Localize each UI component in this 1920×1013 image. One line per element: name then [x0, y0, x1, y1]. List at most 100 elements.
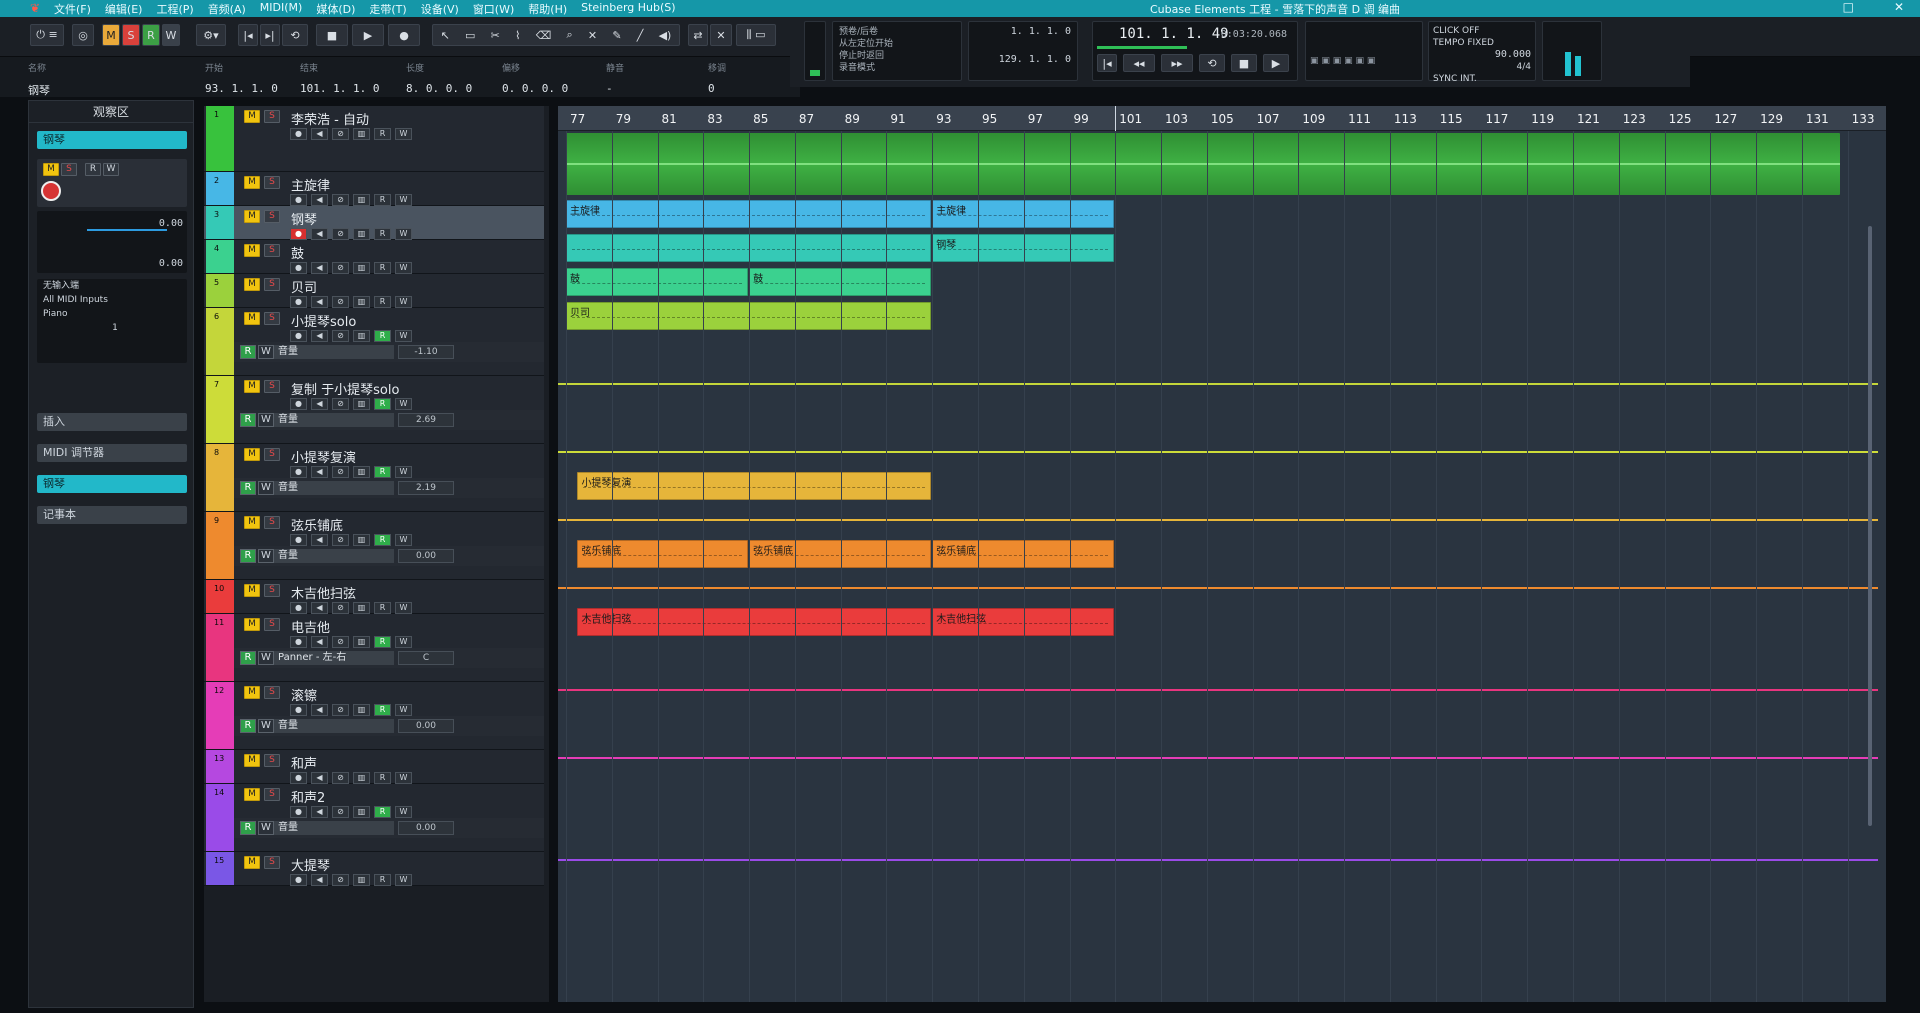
- track-solo-button[interactable]: S: [264, 244, 280, 257]
- read-automation-icon[interactable]: R: [374, 194, 391, 206]
- inspector-read-button[interactable]: R: [85, 163, 101, 176]
- write-automation-icon[interactable]: W: [395, 330, 412, 342]
- read-automation-icon[interactable]: R: [374, 772, 391, 784]
- automation-value[interactable]: 0.00: [398, 719, 454, 733]
- midi-part[interactable]: 木吉他扫弦: [577, 608, 932, 636]
- track-color-strip[interactable]: 1: [206, 106, 234, 171]
- start-from-left-label[interactable]: 从左定位开始: [839, 38, 955, 50]
- track-color-strip[interactable]: 12: [206, 682, 234, 749]
- edit-icon[interactable]: ⊘: [332, 874, 349, 886]
- monitor-icon[interactable]: ◀: [311, 636, 328, 648]
- track-name[interactable]: 小提琴solo: [291, 311, 356, 330]
- vertical-scrollbar[interactable]: [1868, 226, 1872, 826]
- lane-write-button[interactable]: W: [258, 413, 274, 427]
- marker-icons[interactable]: ▣ ▣ ▣ ▣ ▣ ▣: [1310, 56, 1375, 66]
- rewind-button[interactable]: ◂◂: [1123, 54, 1155, 72]
- read-automation-icon[interactable]: R: [374, 534, 391, 546]
- monitor-icon[interactable]: ◀: [311, 128, 328, 140]
- edit-icon[interactable]: ⊘: [332, 228, 349, 240]
- inspector-record-button[interactable]: [41, 181, 61, 201]
- track-mute-button[interactable]: M: [244, 278, 260, 291]
- transport-stop-button[interactable]: ■: [1231, 54, 1257, 72]
- info-name-value[interactable]: 钢琴: [28, 82, 50, 98]
- track-mute-button[interactable]: M: [244, 516, 260, 529]
- pointer-tool-icon[interactable]: ↖: [441, 29, 450, 42]
- write-automation-icon[interactable]: W: [395, 398, 412, 410]
- edit-icon[interactable]: ⊘: [332, 330, 349, 342]
- write-automation-icon[interactable]: W: [395, 602, 412, 614]
- right-locator[interactable]: 129. 1. 1. 0: [999, 54, 1071, 65]
- automation-mode-icon[interactable]: ⚙▾: [196, 24, 226, 46]
- track-name[interactable]: 小提琴复演: [291, 447, 356, 466]
- lane-read-button[interactable]: R: [240, 821, 256, 835]
- monitor-icon[interactable]: ◀: [311, 602, 328, 614]
- midi-part[interactable]: 弦乐铺底: [577, 540, 749, 568]
- instrument-icon[interactable]: ▥: [353, 806, 370, 818]
- read-automation-icon[interactable]: R: [374, 296, 391, 308]
- write-automation-icon[interactable]: W: [395, 262, 412, 274]
- track-solo-button[interactable]: S: [264, 110, 280, 123]
- edit-icon[interactable]: ⊘: [332, 128, 349, 140]
- track-name[interactable]: 复制 于小提琴solo: [291, 379, 399, 398]
- edit-icon[interactable]: ⊘: [332, 636, 349, 648]
- erase-tool-icon[interactable]: ⌫: [536, 29, 552, 42]
- restore-icon[interactable]: □: [1843, 0, 1854, 14]
- track-9[interactable]: 9 M S 弦乐铺底 ● ◀ ⊘ ▥ R W R W 音量 0.00: [204, 512, 544, 580]
- lane-write-button[interactable]: W: [258, 549, 274, 563]
- lane-write-button[interactable]: W: [258, 821, 274, 835]
- lane-read-button[interactable]: R: [240, 651, 256, 665]
- read-automation-icon[interactable]: R: [374, 602, 391, 614]
- output-routing[interactable]: Piano: [43, 307, 187, 321]
- track-color-strip[interactable]: 5: [206, 274, 234, 307]
- instrument-icon[interactable]: ▥: [353, 636, 370, 648]
- edit-icon[interactable]: ⊘: [332, 602, 349, 614]
- track-7[interactable]: 7 M S 复制 于小提琴solo ● ◀ ⊘ ▥ R W R W 音量 2.69: [204, 376, 544, 444]
- track-name[interactable]: 钢琴: [291, 209, 317, 228]
- track-solo-button[interactable]: S: [264, 210, 280, 223]
- track-13[interactable]: 13 M S 和声 ● ◀ ⊘ ▥ R W: [204, 750, 544, 784]
- automation-value[interactable]: 2.69: [398, 413, 454, 427]
- write-automation-icon[interactable]: W: [395, 772, 412, 784]
- track-color-strip[interactable]: 13: [206, 750, 234, 783]
- track-solo-button[interactable]: S: [264, 278, 280, 291]
- edit-icon[interactable]: ⊘: [332, 534, 349, 546]
- menu-item-4[interactable]: MIDI(M): [260, 1, 303, 17]
- track-mute-button[interactable]: M: [244, 448, 260, 461]
- track-8[interactable]: 8 M S 小提琴复演 ● ◀ ⊘ ▥ R W R W 音量 2.19: [204, 444, 544, 512]
- automation-value[interactable]: 0.00: [398, 821, 454, 835]
- close-icon[interactable]: ✕: [1894, 0, 1904, 14]
- edit-icon[interactable]: ⊘: [332, 806, 349, 818]
- lane-write-button[interactable]: W: [258, 719, 274, 733]
- record-enable-icon[interactable]: ●: [290, 874, 307, 886]
- write-automation-icon[interactable]: W: [395, 296, 412, 308]
- menu-item-0[interactable]: 文件(F): [54, 1, 91, 17]
- lane-read-button[interactable]: R: [240, 719, 256, 733]
- activate-project-button[interactable]: ⏻ ≡: [30, 24, 64, 46]
- track-solo-button[interactable]: S: [264, 516, 280, 529]
- play-tool-icon[interactable]: ◀): [659, 29, 672, 42]
- track-solo-button[interactable]: S: [264, 312, 280, 325]
- audio-event[interactable]: [566, 133, 1840, 195]
- track-14[interactable]: 14 M S 和声2 ● ◀ ⊘ ▥ R W R W 音量 0.00: [204, 784, 544, 852]
- instrument-icon[interactable]: ▥: [353, 704, 370, 716]
- record-enable-icon[interactable]: ●: [290, 806, 307, 818]
- edit-icon[interactable]: ⊘: [332, 194, 349, 206]
- stop-button[interactable]: ■: [316, 24, 348, 46]
- track-mute-button[interactable]: M: [244, 244, 260, 257]
- midi-input-routing[interactable]: All MIDI Inputs: [43, 293, 187, 307]
- ruler[interactable]: 77 79 81 83 85 87 89 91 93 95 97 99 101 103 105 107 109 1…: [558, 106, 1886, 131]
- inspector-section-notepad[interactable]: 记事本: [37, 506, 187, 524]
- automation-value[interactable]: 0.00: [398, 549, 454, 563]
- track-name[interactable]: 电吉他: [291, 617, 330, 636]
- automation-lane[interactable]: R W 音量 -1.10: [234, 342, 544, 362]
- track-solo-button[interactable]: S: [264, 856, 280, 869]
- read-automation-icon[interactable]: R: [374, 636, 391, 648]
- autoscroll-icon[interactable]: ✕: [710, 24, 732, 46]
- inspector-section-inserts[interactable]: 插入: [37, 413, 187, 431]
- write-automation-icon[interactable]: W: [395, 704, 412, 716]
- track-solo-button[interactable]: S: [264, 448, 280, 461]
- track-15[interactable]: 15 M S 大提琴 ● ◀ ⊘ ▥ R W: [204, 852, 544, 886]
- track-mute-button[interactable]: M: [244, 380, 260, 393]
- track-mute-button[interactable]: M: [244, 312, 260, 325]
- lane-read-button[interactable]: R: [240, 549, 256, 563]
